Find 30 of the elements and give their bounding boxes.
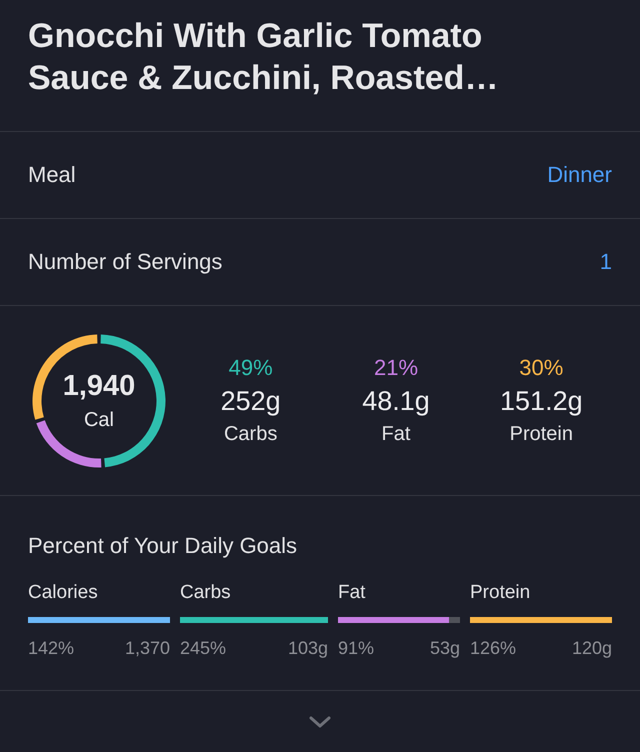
setting-label: Number of Servings [28, 248, 222, 276]
goals-heading: Percent of Your Daily Goals [28, 532, 298, 560]
macro-amount: 151.2g [500, 384, 583, 418]
goal-target: 53g [430, 637, 460, 660]
macro-amount: 252g [220, 384, 281, 418]
goal-percent: 142% [28, 637, 74, 660]
goal-target: 120g [572, 637, 612, 660]
goal-percent: 91% [338, 637, 374, 660]
goal-percent: 126% [470, 637, 516, 660]
macro-amount: 48.1g [362, 384, 430, 418]
macro-percent: 30% [519, 354, 564, 382]
calories-unit: Cal [84, 408, 114, 432]
macro-label: Carbs [224, 422, 278, 446]
goal-label: Carbs [180, 581, 232, 605]
chevron-down-icon[interactable] [309, 716, 331, 728]
goal-target: 1,370 [124, 637, 170, 660]
setting-label: Meal [28, 161, 76, 189]
goal-percent: 245% [180, 637, 226, 660]
goal-label: Protein [470, 581, 532, 605]
macro-percent: 21% [374, 354, 418, 382]
macro-label: Fat [382, 422, 410, 446]
calories-total: 1,940 [62, 368, 136, 402]
macro-percent: 49% [228, 354, 273, 382]
goal-label: Calories [28, 581, 99, 605]
recipe-title: Gnocchi With Garlic Tomato Sauce & Zucchini, Roasted… [28, 16, 500, 99]
macro-label: Protein [510, 422, 573, 446]
setting-value[interactable]: 1 [600, 248, 612, 276]
goal-label: Fat [338, 581, 366, 605]
goal-target: 103g [288, 637, 328, 660]
setting-value[interactable]: Dinner [547, 161, 612, 189]
